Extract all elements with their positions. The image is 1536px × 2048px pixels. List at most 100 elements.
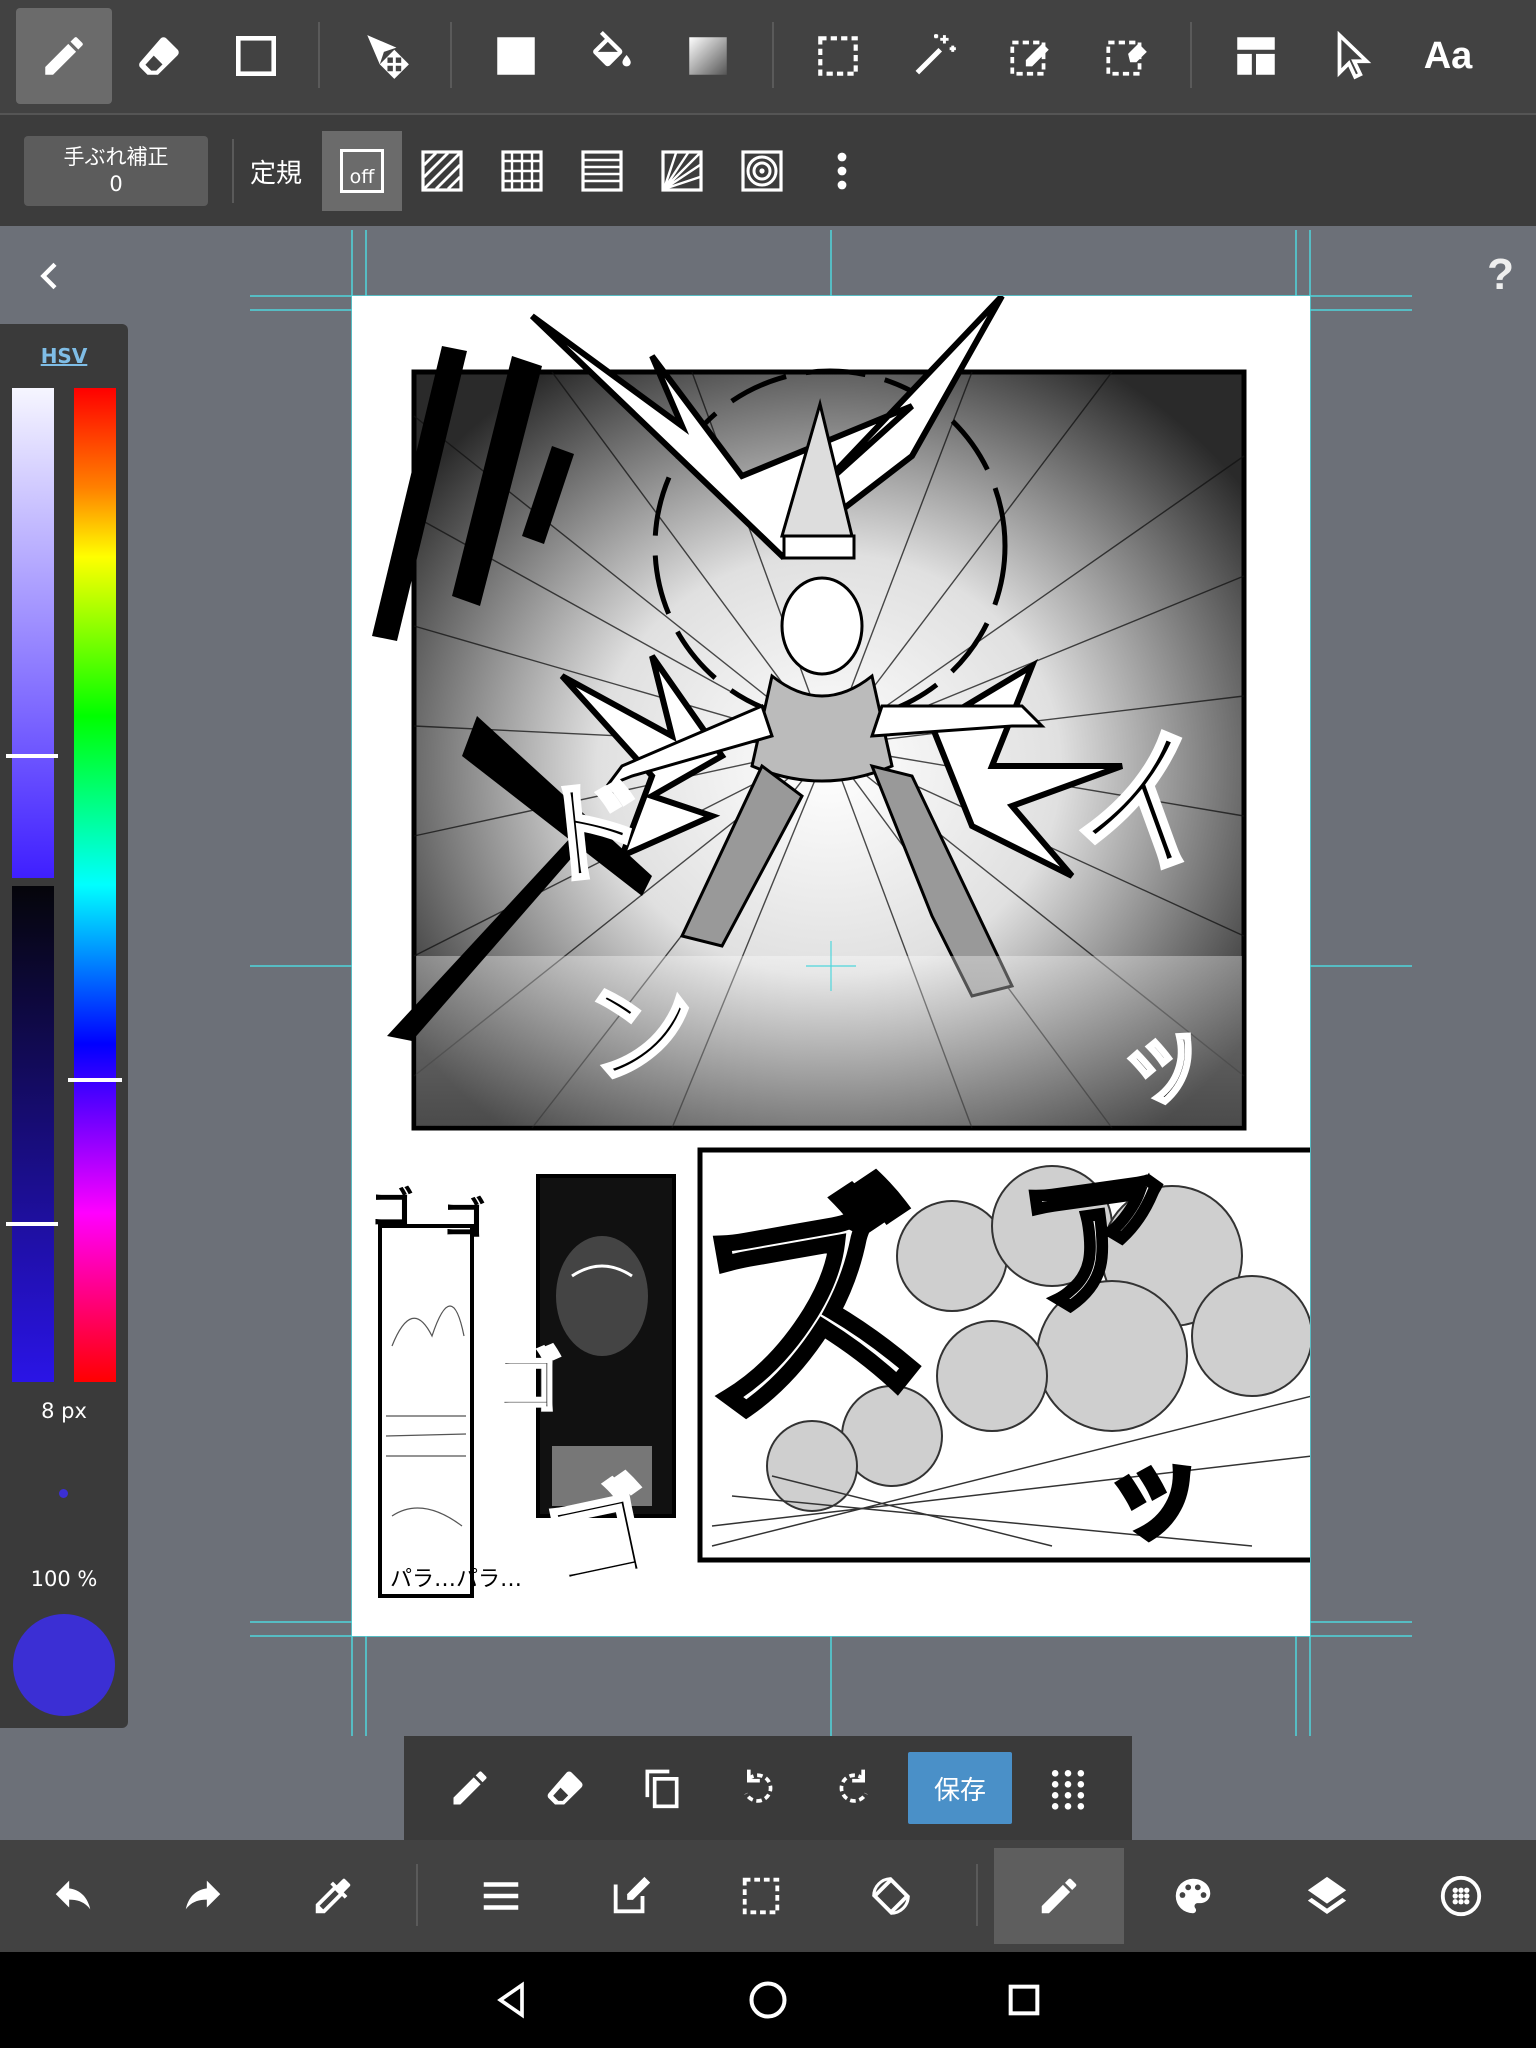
redo-button[interactable] bbox=[138, 1848, 268, 1944]
more-vertical-icon bbox=[837, 152, 847, 190]
text-tool-button[interactable]: Aa bbox=[1400, 8, 1496, 104]
rotate-canvas-icon bbox=[872, 1877, 910, 1915]
hue-slider-handle[interactable] bbox=[68, 1078, 122, 1082]
material-button[interactable] bbox=[1396, 1848, 1526, 1944]
frame-divider-button[interactable] bbox=[1208, 8, 1304, 104]
fill-tool-button[interactable] bbox=[468, 8, 564, 104]
subbar-divider bbox=[232, 139, 234, 203]
edit-button[interactable] bbox=[566, 1848, 696, 1944]
eraser-icon bbox=[547, 1771, 583, 1805]
sfx-bottom-1: ゴ bbox=[370, 1184, 414, 1235]
bucket-tool-button[interactable] bbox=[564, 8, 660, 104]
operation-tool-button[interactable] bbox=[1304, 8, 1400, 104]
toolbar-divider bbox=[450, 22, 452, 88]
select-eraser-button[interactable] bbox=[1078, 8, 1174, 104]
ruler-perspective-button[interactable] bbox=[642, 131, 722, 211]
ruler-concentric-button[interactable] bbox=[722, 131, 802, 211]
nav-recents-button[interactable] bbox=[994, 1970, 1054, 2030]
parallel-lines-ruler-icon bbox=[421, 150, 463, 192]
eyedropper-button[interactable] bbox=[268, 1848, 398, 1944]
toolbar-divider bbox=[318, 22, 320, 88]
magic-wand-button[interactable] bbox=[886, 8, 982, 104]
top-toolbar: Aa bbox=[0, 0, 1536, 113]
current-color-swatch[interactable] bbox=[13, 1614, 115, 1716]
gradient-tool-button[interactable] bbox=[660, 8, 756, 104]
main-menu-button[interactable] bbox=[436, 1848, 566, 1944]
selection-button[interactable] bbox=[696, 1848, 826, 1944]
copy-icon bbox=[645, 1769, 679, 1809]
shape-tool-button[interactable] bbox=[208, 8, 304, 104]
layers-icon bbox=[1307, 1876, 1347, 1915]
layers-button[interactable] bbox=[1262, 1848, 1392, 1944]
undo-icon bbox=[55, 1880, 91, 1910]
quick-undo-button[interactable] bbox=[720, 1750, 796, 1826]
pen-icon bbox=[45, 37, 83, 75]
magic-wand-icon bbox=[915, 34, 956, 75]
quick-pen-button[interactable] bbox=[432, 1750, 508, 1826]
toolbar-divider bbox=[1190, 22, 1192, 88]
selection-icon bbox=[818, 36, 858, 76]
system-navigation-bar bbox=[0, 1952, 1536, 2048]
rotate-right-icon bbox=[839, 1769, 868, 1803]
small-panel-left bbox=[378, 1224, 474, 1598]
medibang-app: Aa 手ぶれ補正 0 定規 off ? HSV 8 px 100 % ド ン イ… bbox=[0, 0, 1536, 2048]
quick-redo-button[interactable] bbox=[816, 1750, 892, 1826]
frame-divider-icon bbox=[1237, 37, 1275, 75]
ruler-grid-button[interactable] bbox=[482, 131, 562, 211]
eraser-icon bbox=[139, 37, 179, 75]
ruler-horizontal-button[interactable] bbox=[562, 131, 642, 211]
rotate-canvas-button[interactable] bbox=[826, 1848, 956, 1944]
selection-icon bbox=[742, 1877, 780, 1915]
nav-back-button[interactable] bbox=[482, 1970, 542, 2030]
move-tool-button[interactable] bbox=[338, 8, 434, 104]
color-mode-toggle[interactable]: HSV bbox=[0, 344, 128, 368]
quick-copy-button[interactable] bbox=[624, 1750, 700, 1826]
sfx-a: ア bbox=[1013, 1148, 1186, 1341]
undo-button[interactable] bbox=[8, 1848, 138, 1944]
hue-slider[interactable] bbox=[74, 388, 116, 1382]
pen-icon bbox=[453, 1771, 487, 1805]
manga-canvas[interactable]: ド ン イ ッ パラ…パラ… ゴ ゴ ゴ ゴ ズ ア ッ bbox=[352, 296, 1310, 1636]
opacity-label[interactable]: 100 % bbox=[0, 1567, 128, 1591]
saturation-slider[interactable] bbox=[12, 388, 54, 878]
horizontal-lines-ruler-icon bbox=[581, 150, 623, 192]
ruler-off-button[interactable]: off bbox=[322, 131, 402, 211]
brush-size-label[interactable]: 8 px bbox=[0, 1399, 128, 1423]
quick-eraser-button[interactable] bbox=[528, 1750, 604, 1826]
pointer-icon bbox=[1337, 31, 1372, 80]
eraser-tool-button[interactable] bbox=[112, 8, 208, 104]
help-button[interactable]: ? bbox=[1487, 250, 1514, 300]
ruler-parallel-button[interactable] bbox=[402, 131, 482, 211]
menu-icon bbox=[483, 1882, 519, 1910]
bottom-divider bbox=[416, 1864, 418, 1926]
recents-square-icon bbox=[1008, 1984, 1040, 2016]
nav-home-button[interactable] bbox=[738, 1970, 798, 2030]
stabilizer-button[interactable]: 手ぶれ補正 0 bbox=[24, 136, 208, 206]
small-panel-text: パラ…パラ… bbox=[390, 1567, 522, 1592]
manga-artwork: ド ン イ ッ パラ…パラ… ゴ ゴ ゴ ゴ ズ ア ッ bbox=[370, 296, 1310, 1613]
brush-sub-toolbar: 手ぶれ補正 0 定規 off bbox=[0, 113, 1536, 226]
saturation-slider-handle[interactable] bbox=[6, 754, 58, 758]
palette-button[interactable] bbox=[1128, 1848, 1258, 1944]
value-slider[interactable] bbox=[12, 886, 54, 1382]
gradient-icon bbox=[689, 37, 727, 75]
bottom-toolbar bbox=[0, 1840, 1536, 1952]
ruler-label: 定規 bbox=[250, 159, 303, 189]
ruler-more-button[interactable] bbox=[802, 131, 882, 211]
quick-action-bar: 保存 bbox=[404, 1736, 1132, 1840]
bottom-divider bbox=[976, 1864, 978, 1926]
value-slider-handle[interactable] bbox=[6, 1222, 58, 1226]
select-pen-button[interactable] bbox=[982, 8, 1078, 104]
eyedropper-icon bbox=[315, 1878, 351, 1914]
pen-tool-button[interactable] bbox=[16, 8, 112, 104]
save-button[interactable]: 保存 bbox=[908, 1752, 1012, 1824]
stabilizer-label: 手ぶれ補正 bbox=[63, 145, 169, 169]
toolbar-divider bbox=[772, 22, 774, 88]
quick-menu-button[interactable] bbox=[1030, 1750, 1106, 1826]
brush-panel-button[interactable] bbox=[994, 1848, 1124, 1944]
collapse-panel-button[interactable] bbox=[30, 256, 70, 300]
select-tool-button[interactable] bbox=[790, 8, 886, 104]
rectangle-outline-icon bbox=[236, 36, 276, 76]
text-icon: Aa bbox=[1423, 34, 1473, 77]
redo-icon bbox=[185, 1880, 221, 1910]
